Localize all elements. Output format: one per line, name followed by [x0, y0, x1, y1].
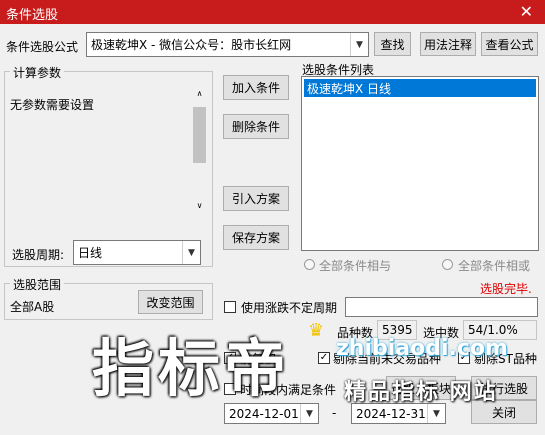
- uncertain-period-input[interactable]: [345, 297, 538, 317]
- formula-label: 条件选股公式: [6, 40, 79, 54]
- chevron-down-icon[interactable]: ∨: [192, 197, 207, 213]
- formula-value: 极速乾坤X - 微信公众号：股市长红网: [91, 38, 292, 52]
- params-message: 无参数需要设置: [10, 98, 95, 112]
- params-scrollbar[interactable]: ∧ ∨: [192, 85, 207, 214]
- uncertain-period-checkbox[interactable]: [224, 301, 236, 313]
- add-condition-button[interactable]: 加入条件: [223, 75, 289, 100]
- view-formula-button[interactable]: 查看公式: [481, 32, 538, 56]
- start-date: 2024-12-01: [229, 406, 299, 421]
- period-value: 日线: [78, 246, 103, 260]
- exclude-untraded-checkbox[interactable]: ✓: [318, 352, 330, 364]
- and-radio[interactable]: [304, 259, 315, 270]
- change-scope-button[interactable]: 改变范围: [138, 290, 203, 314]
- period-label: 选股周期:: [12, 248, 65, 262]
- condition-list[interactable]: 极速乾坤X 日线: [301, 76, 539, 251]
- selected-value: 54/1.0%: [468, 323, 518, 337]
- crown-icon: ♛: [308, 320, 325, 341]
- status-text: 选股完毕.: [480, 282, 532, 296]
- chevron-down-icon[interactable]: ▼: [300, 404, 318, 423]
- window-title: 条件选股: [6, 8, 59, 23]
- list-item[interactable]: 极速乾坤X 日线: [304, 79, 536, 97]
- formula-select[interactable]: 极速乾坤X - 微信公众号：股市长红网 ▼: [86, 32, 369, 57]
- watermark-small-text: 精品指标 网站: [344, 380, 498, 405]
- scroll-thumb[interactable]: [193, 107, 206, 163]
- watermark-big-text: 指标帝: [92, 332, 291, 405]
- save-plan-button[interactable]: 保存方案: [223, 225, 289, 250]
- end-date: 2024-12-31: [356, 406, 426, 421]
- find-button[interactable]: 查找: [374, 32, 411, 56]
- scope-group-title: 选股范围: [10, 276, 65, 293]
- scope-value: 全部A股: [10, 300, 55, 314]
- chevron-down-icon[interactable]: ▼: [350, 33, 368, 56]
- chevron-up-icon[interactable]: ∧: [192, 85, 207, 101]
- chevron-down-icon[interactable]: ▼: [182, 241, 200, 264]
- period-select[interactable]: 日线 ▼: [73, 240, 201, 265]
- uncertain-period-label: 使用涨跌不定周期: [241, 301, 338, 315]
- import-plan-button[interactable]: 引入方案: [223, 186, 289, 211]
- delete-condition-button[interactable]: 删除条件: [223, 114, 289, 139]
- chevron-down-icon[interactable]: ▼: [427, 404, 445, 423]
- usage-button[interactable]: 用法注释: [420, 32, 476, 56]
- count-value: 5395: [382, 323, 413, 337]
- or-label: 全部条件相或: [458, 259, 531, 273]
- date-separator: -: [332, 406, 337, 420]
- title-bar: 条件选股 ✕: [0, 0, 545, 24]
- and-label: 全部条件相与: [319, 259, 392, 273]
- params-group-title: 计算参数: [10, 64, 65, 81]
- or-radio[interactable]: [442, 259, 453, 270]
- close-icon[interactable]: ✕: [520, 2, 533, 21]
- end-date-picker[interactable]: 2024-12-31 ▼: [351, 403, 446, 424]
- watermark-site: zhibiaodi.com: [336, 336, 508, 361]
